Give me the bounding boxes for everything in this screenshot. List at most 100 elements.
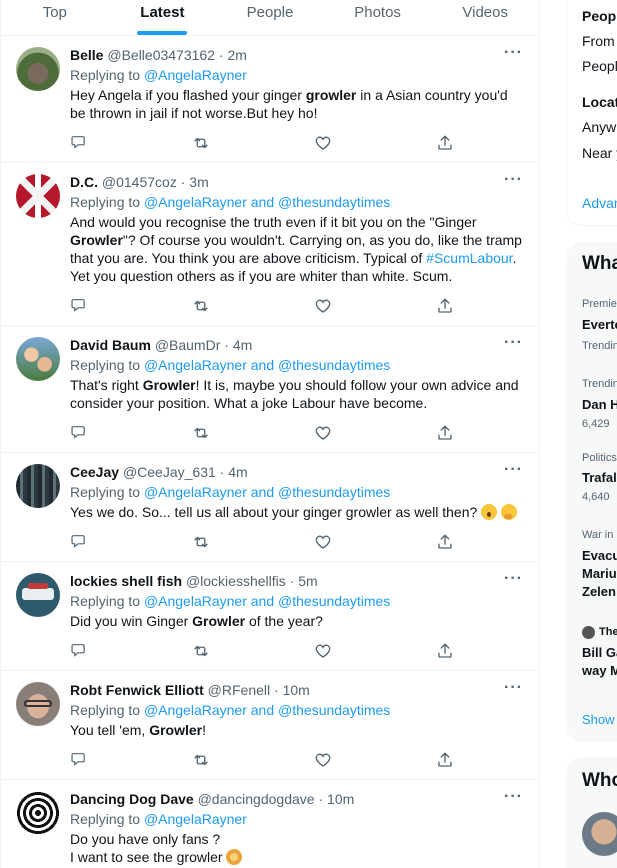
trend-title[interactable]: Bill Ga	[582, 645, 617, 660]
retweet-icon[interactable]	[192, 424, 210, 442]
tab-people[interactable]: People	[216, 0, 324, 35]
reply-icon[interactable]	[70, 642, 88, 660]
tweet[interactable]: CeeJay @CeeJay_631 · 4m ··· Replying to …	[1, 453, 539, 562]
tweet-time[interactable]: 4m	[228, 464, 247, 480]
mention-link[interactable]: @AngelaRayner	[144, 702, 247, 718]
tweet[interactable]: Dancing Dog Dave @dancingdogdave · 10m ·…	[1, 780, 539, 868]
filter-people-option[interactable]: Peopl	[582, 58, 617, 74]
more-options-icon[interactable]: ···	[504, 44, 523, 62]
avatar[interactable]	[16, 573, 60, 617]
more-options-icon[interactable]: ···	[504, 461, 523, 479]
tweet-text: Did you win Ginger Growler of the year?	[70, 613, 323, 629]
author-handle[interactable]: @lockiesshellfis	[186, 573, 286, 589]
mention-link[interactable]: @AngelaRayner	[144, 593, 247, 609]
reply-icon[interactable]	[70, 134, 88, 152]
filter-anywhere-option[interactable]: Anywh	[582, 119, 617, 135]
author-handle[interactable]: @RFenell	[208, 682, 270, 698]
tweet[interactable]: Belle @Belle03473162 · 2m ··· Replying t…	[1, 36, 539, 163]
reply-icon[interactable]	[70, 751, 88, 769]
trend-title[interactable]: Trafal	[582, 470, 617, 485]
tweet-time[interactable]: 3m	[189, 174, 208, 190]
like-icon[interactable]	[314, 297, 332, 315]
share-icon[interactable]	[436, 424, 454, 442]
reply-icon[interactable]	[70, 297, 88, 315]
trend-title[interactable]: Evacu	[582, 548, 617, 563]
author-handle[interactable]: @dancingdogdave	[198, 791, 315, 807]
mention-link[interactable]: @thesundaytimes	[278, 593, 390, 609]
retweet-icon[interactable]	[192, 533, 210, 551]
avatar[interactable]	[16, 682, 60, 726]
author-name[interactable]: Belle	[70, 47, 103, 63]
author-handle[interactable]: @01457coz	[102, 174, 177, 190]
mention-link[interactable]: @AngelaRayner	[144, 194, 247, 210]
mention-link[interactable]: @thesundaytimes	[278, 702, 390, 718]
reply-icon[interactable]	[70, 424, 88, 442]
more-options-icon[interactable]: ···	[504, 570, 523, 588]
mention-link[interactable]: @thesundaytimes	[278, 194, 390, 210]
show-more-link[interactable]: Show	[582, 712, 615, 727]
mention-link[interactable]: @thesundaytimes	[278, 357, 390, 373]
tweet[interactable]: lockies shell fish @lockiesshellfis · 5m…	[1, 562, 539, 671]
like-icon[interactable]	[314, 642, 332, 660]
avatar[interactable]	[16, 174, 60, 218]
retweet-icon[interactable]	[192, 134, 210, 152]
replying-prefix: Replying to	[70, 67, 144, 83]
tweet[interactable]: David Baum @BaumDr · 4m ··· Replying to …	[1, 326, 539, 453]
author-name[interactable]: D.C.	[70, 174, 98, 190]
more-options-icon[interactable]: ···	[504, 788, 523, 806]
retweet-icon[interactable]	[192, 751, 210, 769]
mention-link[interactable]: @AngelaRayner	[144, 67, 247, 83]
author-name[interactable]: lockies shell fish	[70, 573, 182, 589]
avatar[interactable]	[16, 337, 60, 381]
trend-title[interactable]: Dan H	[582, 397, 617, 412]
mention-link[interactable]: @AngelaRayner	[144, 811, 247, 827]
like-icon[interactable]	[314, 533, 332, 551]
retweet-icon[interactable]	[192, 642, 210, 660]
tweet-time[interactable]: 10m	[327, 791, 354, 807]
hashtag-link[interactable]: #ScumLabour	[426, 250, 512, 266]
tweet[interactable]: Robt Fenwick Elliott @RFenell · 10m ··· …	[1, 671, 539, 780]
tab-photos[interactable]: Photos	[324, 0, 432, 35]
like-icon[interactable]	[314, 424, 332, 442]
author-name[interactable]: David Baum	[70, 337, 151, 353]
share-icon[interactable]	[436, 134, 454, 152]
author-name[interactable]: CeeJay	[70, 464, 119, 480]
tweet[interactable]: D.C. @01457coz · 3m ··· Replying to @Ang…	[1, 163, 539, 326]
like-icon[interactable]	[314, 751, 332, 769]
mention-link[interactable]: @thesundaytimes	[278, 484, 390, 500]
author-name[interactable]: Robt Fenwick Elliott	[70, 682, 204, 698]
share-icon[interactable]	[436, 751, 454, 769]
author-handle[interactable]: @CeeJay_631	[123, 464, 216, 480]
author-name[interactable]: Dancing Dog Dave	[70, 791, 194, 807]
like-icon[interactable]	[314, 134, 332, 152]
filter-location-heading: Locat	[582, 94, 617, 110]
share-icon[interactable]	[436, 297, 454, 315]
tab-latest[interactable]: Latest	[109, 0, 217, 35]
author-handle[interactable]: @Belle03473162	[107, 47, 215, 63]
reply-icon[interactable]	[70, 533, 88, 551]
retweet-icon[interactable]	[192, 297, 210, 315]
mention-link[interactable]: @AngelaRayner	[144, 484, 247, 500]
share-icon[interactable]	[436, 642, 454, 660]
tab-videos[interactable]: Videos	[431, 0, 539, 35]
advanced-search-link[interactable]: Advan	[582, 195, 617, 211]
trend-title-line: Mariu	[582, 566, 617, 581]
tweet-time[interactable]: 4m	[233, 337, 252, 353]
more-options-icon[interactable]: ···	[504, 334, 523, 352]
trend-meta: 6,429	[582, 418, 610, 430]
tab-top[interactable]: Top	[1, 0, 109, 35]
mention-link[interactable]: @AngelaRayner	[144, 357, 247, 373]
author-handle[interactable]: @BaumDr	[155, 337, 221, 353]
tweet-time[interactable]: 2m	[227, 47, 246, 63]
avatar[interactable]	[16, 791, 60, 835]
share-icon[interactable]	[436, 533, 454, 551]
filter-near-option[interactable]: Near y	[582, 145, 617, 161]
trend-title[interactable]: Everto	[582, 317, 617, 332]
more-options-icon[interactable]: ···	[504, 171, 523, 189]
filter-from-option[interactable]: From	[582, 33, 615, 49]
more-options-icon[interactable]: ···	[504, 679, 523, 697]
tweet-time[interactable]: 5m	[298, 573, 317, 589]
avatar[interactable]	[16, 464, 60, 508]
tweet-time[interactable]: 10m	[283, 682, 310, 698]
avatar[interactable]	[16, 47, 60, 91]
